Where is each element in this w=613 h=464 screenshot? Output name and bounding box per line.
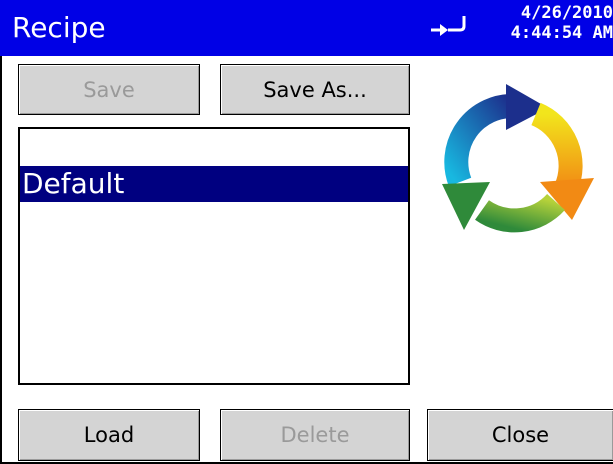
recipe-list[interactable]: Default (18, 127, 410, 385)
load-button[interactable]: Load (18, 409, 200, 461)
clock: 4/26/2010 4:44:54 AM (470, 3, 613, 43)
save-button[interactable]: Save (18, 64, 200, 115)
date-text: 4/26/2010 (520, 3, 613, 23)
delete-button[interactable]: Delete (220, 409, 410, 461)
window-title: Recipe (12, 11, 106, 44)
cycle-arrows-icon (442, 84, 594, 233)
close-button[interactable]: Close (427, 409, 613, 461)
list-item-default[interactable]: Default (20, 166, 408, 202)
time-text: 4:44:54 AM (510, 23, 613, 43)
title-bar: Recipe 4/26/2010 4:44:54 AM (0, 0, 613, 56)
save-as-button[interactable]: Save As... (220, 64, 410, 115)
plug-icon (431, 16, 466, 36)
